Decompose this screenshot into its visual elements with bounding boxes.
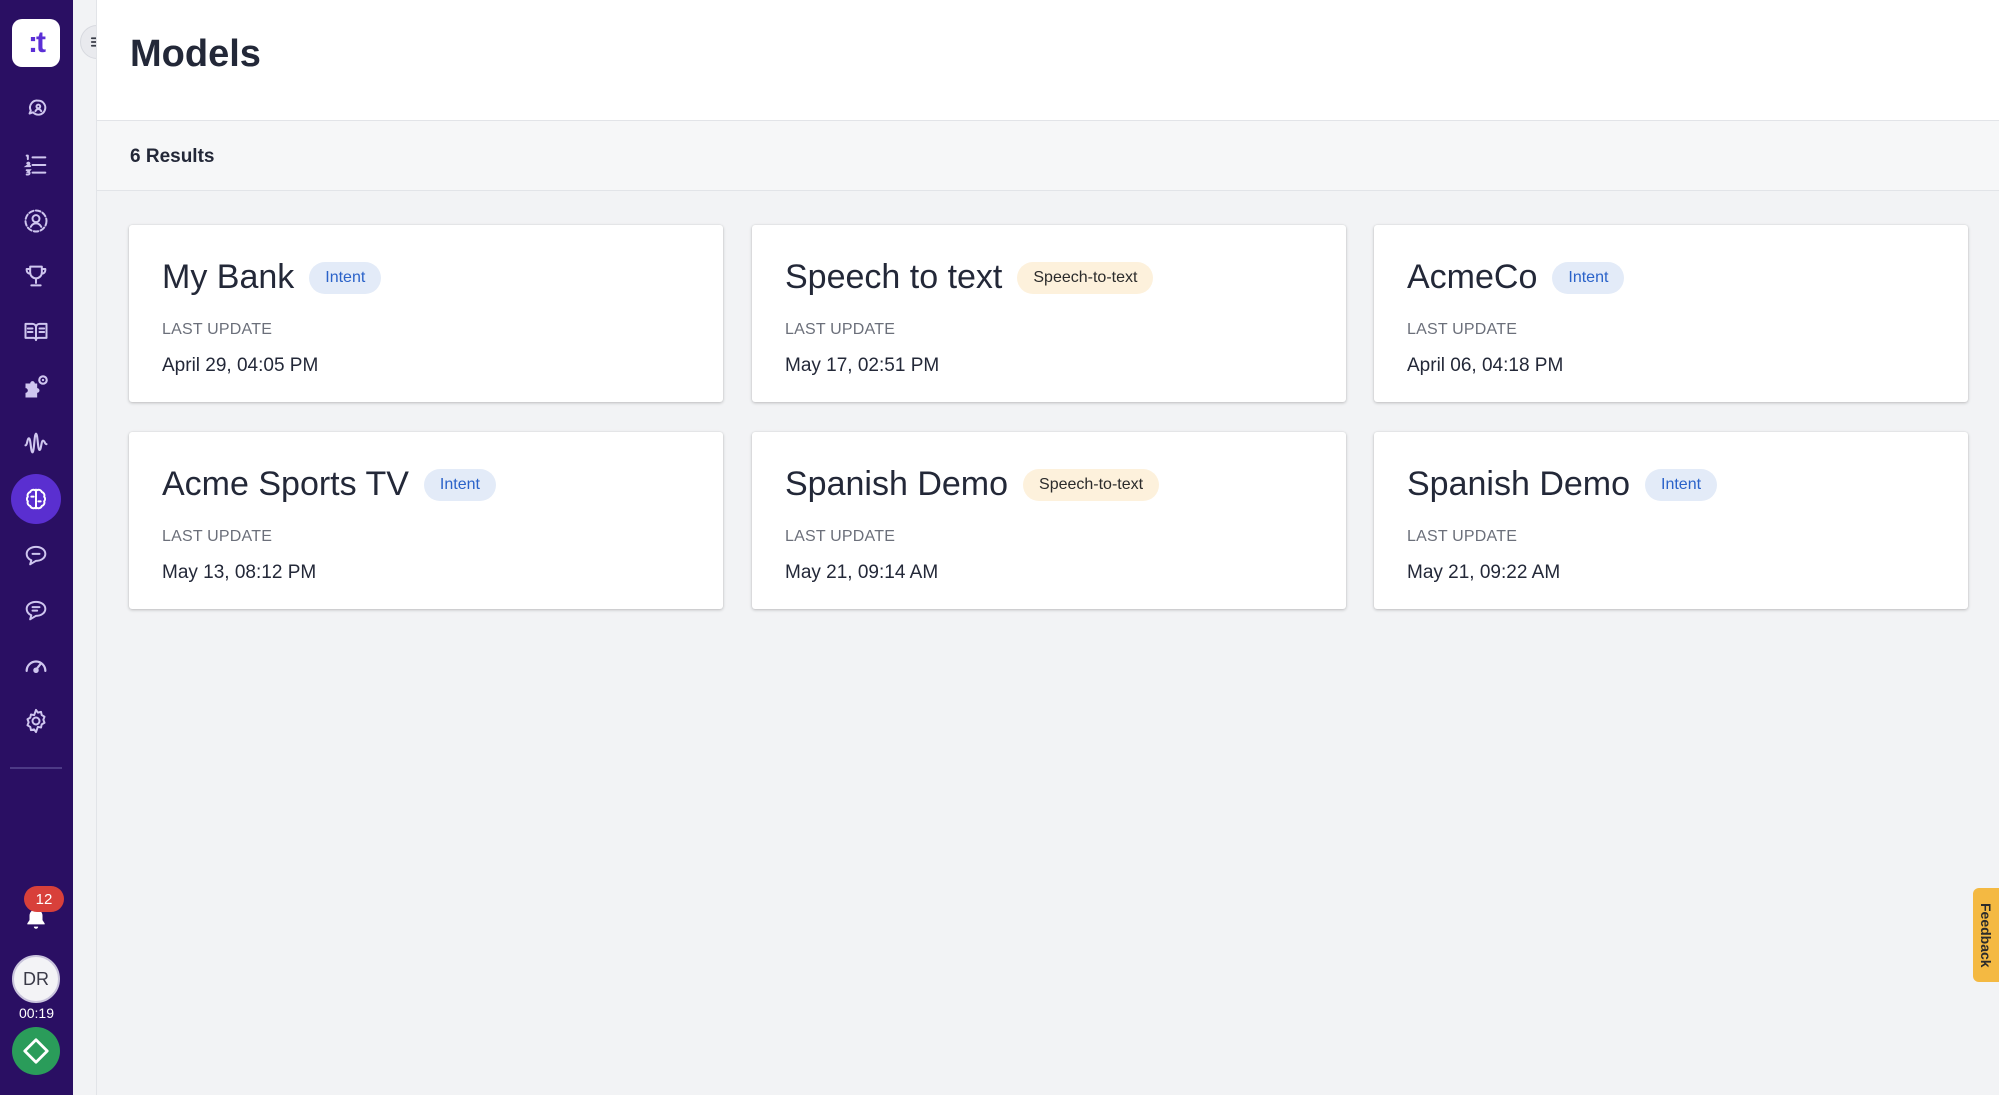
app-logo[interactable]: :t (12, 19, 60, 67)
book-icon (24, 322, 48, 342)
last-update-date: May 13, 08:12 PM (162, 562, 317, 583)
model-type-tag: Speech-to-text (1017, 261, 1154, 294)
last-update-label: LAST UPDATE (162, 528, 273, 545)
sidebar-item-audio[interactable] (11, 418, 61, 468)
model-name: Spanish Demo (1407, 465, 1631, 503)
sidebar-item-chat[interactable] (11, 585, 61, 635)
model-type-tag: Intent (1552, 261, 1625, 294)
sidebar-item-knowledge[interactable] (11, 307, 61, 357)
model-card[interactable]: Spanish Demo Speech-to-text LAST UPDATE … (752, 432, 1346, 609)
card-title-row: Spanish Demo Intent (1407, 465, 1718, 504)
page-title: Models (130, 33, 261, 75)
model-card[interactable]: Acme Sports TV Intent LAST UPDATE May 13… (129, 432, 723, 609)
card-title-row: Spanish Demo Speech-to-text (785, 465, 1160, 504)
logo-text: :t (28, 26, 46, 59)
model-card[interactable]: My Bank Intent LAST UPDATE April 29, 04:… (129, 225, 723, 402)
chat-person-icon (28, 99, 47, 116)
sidebar-item-list[interactable] (11, 140, 61, 190)
gear-icon (26, 708, 46, 734)
model-card[interactable]: AcmeCo Intent LAST UPDATE April 06, 04:1… (1374, 225, 1968, 402)
trophy-icon (25, 265, 47, 287)
last-update-date: April 06, 04:18 PM (1407, 355, 1564, 376)
last-update-label: LAST UPDATE (1407, 321, 1518, 338)
notifications-count-badge: 12 (24, 886, 64, 912)
sidebar-item-models[interactable] (11, 474, 61, 524)
puzzle-gear-icon (25, 375, 48, 398)
model-type-tag: Intent (1645, 468, 1718, 501)
model-name: Speech to text (785, 258, 1003, 296)
sidebar-item-contacts[interactable] (11, 196, 61, 246)
last-update-label: LAST UPDATE (785, 321, 896, 338)
model-name: Spanish Demo (785, 465, 1009, 503)
chat-bubble-alt-icon (25, 600, 47, 621)
card-title-row: Speech to text Speech-to-text (785, 258, 1154, 297)
page-header: Models (96, 0, 1999, 121)
brain-icon (25, 488, 47, 510)
feedback-tab[interactable]: Feedback (1973, 888, 1999, 982)
card-title-row: AcmeCo Intent (1407, 258, 1625, 297)
sidebar-item-integrations[interactable] (11, 362, 61, 412)
content-border (96, 191, 97, 1095)
model-type-tag: Intent (309, 261, 382, 294)
card-title-row: My Bank Intent (162, 258, 382, 297)
model-card[interactable]: Spanish Demo Intent LAST UPDATE May 21, … (1374, 432, 1968, 609)
results-bar: 6 Results (96, 121, 1999, 191)
session-timer: 00:19 (18, 1005, 55, 1021)
chat-bubble-icon (25, 545, 47, 566)
status-button[interactable] (12, 1027, 60, 1075)
gauge-icon (25, 660, 47, 673)
waveform-icon (24, 432, 48, 454)
sidebar-item-performance[interactable] (11, 640, 61, 690)
list-icon (23, 154, 47, 176)
diamond-status-icon (23, 1038, 49, 1064)
sidebar-item-messages[interactable] (11, 530, 61, 580)
last-update-date: May 21, 09:22 AM (1407, 562, 1561, 583)
model-card[interactable]: Speech to text Speech-to-text LAST UPDAT… (752, 225, 1346, 402)
app-root: :t 12 DR 00:19 Models 6 Results My Bank … (0, 0, 1999, 1095)
model-name: My Bank (162, 258, 295, 296)
last-update-date: May 17, 02:51 PM (785, 355, 940, 376)
model-type-tag: Speech-to-text (1023, 468, 1160, 501)
model-name: Acme Sports TV (162, 465, 409, 503)
results-count: 6 Results (130, 146, 215, 167)
last-update-label: LAST UPDATE (162, 321, 273, 338)
model-name: AcmeCo (1407, 258, 1538, 296)
person-circle-icon (24, 209, 48, 233)
last-update-label: LAST UPDATE (1407, 528, 1518, 545)
user-avatar[interactable]: DR (12, 955, 60, 1003)
sidebar-item-achievements[interactable] (11, 251, 61, 301)
last-update-date: April 29, 04:05 PM (162, 355, 319, 376)
feedback-label: Feedback (1978, 902, 1994, 968)
sidebar-item-conversations[interactable] (11, 85, 61, 135)
sidebar-divider (10, 767, 62, 769)
sidebar: :t 12 DR 00:19 (0, 0, 73, 1095)
last-update-date: May 21, 09:14 AM (785, 562, 939, 583)
last-update-label: LAST UPDATE (785, 528, 896, 545)
sidebar-item-settings[interactable] (11, 696, 61, 746)
model-type-tag: Intent (423, 468, 496, 501)
card-title-row: Acme Sports TV Intent (162, 465, 496, 504)
